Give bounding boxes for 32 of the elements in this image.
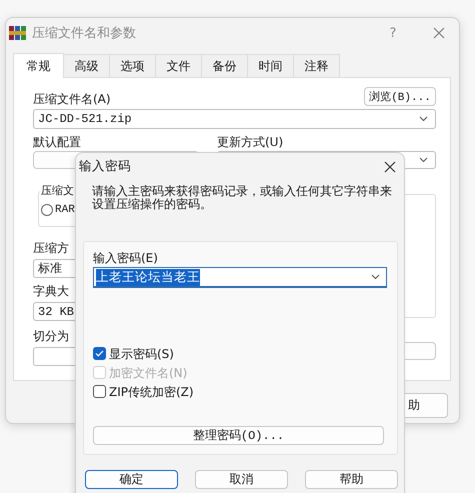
dialog-button[interactable]: 帮助 — [305, 470, 398, 489]
chevron-icon — [419, 116, 428, 122]
dialog-button[interactable]: 确定 — [85, 470, 178, 489]
dialog-button[interactable]: 取消 — [195, 470, 288, 489]
field-label: 切分为 — [33, 329, 70, 343]
field-label: 默认配置 — [33, 135, 82, 149]
field-label: 字典大 — [33, 284, 70, 298]
description-text: 请输入主密码来获得密码记录，或输入任何其它字符串来设置压缩操作的密码。 — [92, 185, 393, 211]
radio-button[interactable] — [41, 204, 53, 216]
radio-label: RAR — [55, 203, 75, 217]
tab[interactable]: 常规 — [13, 53, 64, 78]
checkbox[interactable] — [93, 385, 106, 398]
checkbox[interactable] — [93, 347, 106, 360]
close-icon[interactable] — [384, 160, 396, 172]
dialog-title: 输入密码 — [79, 158, 131, 175]
checkbox-label: ZIP传统加密(Z) — [109, 384, 194, 398]
organize-passwords-button[interactable]: 整理密码(O)... — [93, 426, 384, 445]
checkbox-label: 显示密码(S) — [109, 346, 174, 360]
chevron-icon — [419, 157, 428, 163]
window-title: 压缩文件名和参数 — [32, 25, 137, 42]
password-field[interactable]: 上老王论坛当老王 — [93, 267, 387, 288]
chevron-icon — [371, 274, 380, 280]
checkbox-label: 加密文件名(N) — [109, 366, 188, 380]
books-icon — [9, 26, 26, 40]
field-label: 输入密码(E) — [93, 251, 159, 265]
field-label: 更新方式(U) — [217, 135, 284, 149]
browse-button[interactable]: 浏览(B)... — [364, 87, 436, 106]
archive-name-field[interactable]: JC-DD-521.zip — [33, 109, 436, 129]
field-label: 压缩方 — [33, 241, 70, 255]
field-label: 压缩文件名(A) — [33, 92, 111, 106]
tab[interactable]: 注释 — [293, 54, 340, 77]
group-label: 压缩文 — [40, 184, 75, 198]
